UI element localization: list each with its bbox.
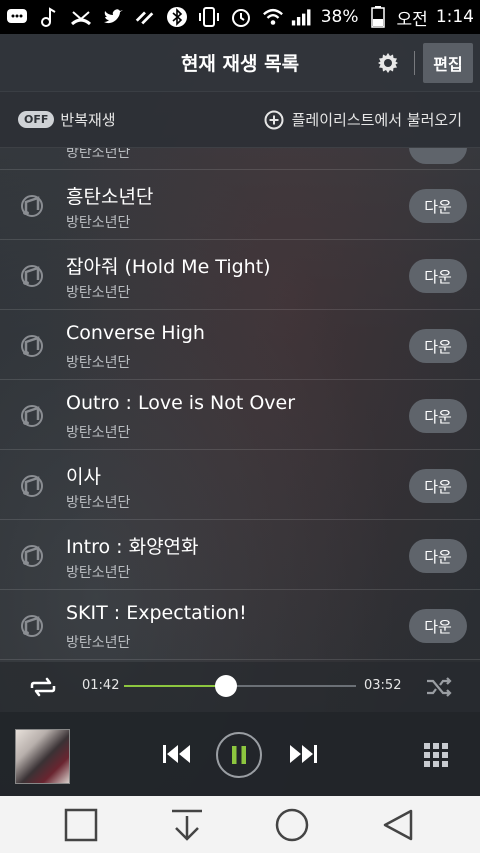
album-art[interactable] <box>15 729 70 784</box>
twitter-icon <box>102 7 124 27</box>
music-note-icon <box>21 335 43 357</box>
seek-thumb[interactable] <box>215 675 238 697</box>
download-button[interactable]: 다운 <box>409 259 467 293</box>
total-time: 03:52 <box>364 678 402 693</box>
track-artist: 방탄소년단 <box>66 148 131 161</box>
track-title: 잡아줘 (Hold Me Tight) <box>66 256 271 278</box>
chat-icon <box>6 7 28 27</box>
header-divider <box>414 51 415 75</box>
music-note-icon <box>21 265 43 287</box>
pause-icon <box>232 746 246 764</box>
music-note-status-icon <box>38 7 60 27</box>
download-button[interactable]: 다운 <box>409 539 467 573</box>
notification-pull-icon[interactable] <box>170 808 204 842</box>
track-title: SKIT : Expectation! <box>66 602 247 624</box>
track-artist: 방탄소년단 <box>66 565 131 581</box>
settings-button[interactable] <box>374 49 402 77</box>
load-playlist-button[interactable]: 플레이리스트에서 불러오기 <box>264 109 462 130</box>
vibrate-icon <box>198 7 220 27</box>
mini-player <box>0 712 480 796</box>
list-item[interactable]: Outro : Love is Not Over 방탄소년단 다운 <box>0 380 480 450</box>
track-title: 흥탄소년단 <box>66 186 154 208</box>
shuffle-icon[interactable] <box>424 674 454 700</box>
download-button[interactable]: 다운 <box>409 329 467 363</box>
list-item[interactable]: 흥탄소년단 방탄소년단 다운 <box>0 170 480 240</box>
seek-bar-fill <box>124 685 227 687</box>
list-item[interactable]: 이사 방탄소년단 다운 <box>0 450 480 520</box>
skip-previous-icon[interactable] <box>160 740 194 768</box>
download-button[interactable]: 다운 <box>409 609 467 643</box>
track-title: 이사 <box>66 466 101 488</box>
list-item[interactable]: Converse High 방탄소년단 다운 <box>0 310 480 380</box>
status-ampm: 오전 <box>396 9 428 30</box>
repeat-toggle[interactable]: OFF <box>18 111 55 128</box>
android-navigation-bar <box>0 796 480 853</box>
header-bar: 현재 재생 목록 편집 <box>0 34 480 92</box>
wifi-icon <box>262 7 284 27</box>
status-time: 1:14 <box>435 7 474 27</box>
music-note-icon <box>21 545 43 567</box>
playlist: 방탄소년단 흥탄소년단 방탄소년단 다운 잡아줘 (Hold Me Tight)… <box>0 148 480 662</box>
link-icon <box>134 7 156 27</box>
signal-icon <box>291 7 313 27</box>
list-item[interactable]: SKIT : Expectation! 방탄소년단 다운 <box>0 590 480 660</box>
alarm-icon <box>230 7 252 27</box>
track-artist: 방탄소년단 <box>66 635 131 651</box>
playlist-options-bar: OFF 반복재생 플레이리스트에서 불러오기 <box>0 92 480 148</box>
music-note-icon <box>21 405 43 427</box>
track-artist: 방탄소년단 <box>66 215 131 231</box>
grid-icon[interactable] <box>423 742 449 768</box>
list-item[interactable]: Intro : 화양연화 방탄소년단 다운 <box>0 520 480 590</box>
skip-next-icon[interactable] <box>286 740 320 768</box>
repeat-label[interactable]: 반복재생 <box>60 109 115 130</box>
download-button[interactable]: 다운 <box>409 189 467 223</box>
bluetooth-icon <box>166 7 188 27</box>
pause-button[interactable] <box>216 732 262 778</box>
missed-call-icon <box>70 7 92 27</box>
download-button[interactable]: 다운 <box>409 399 467 433</box>
back-icon[interactable] <box>381 808 415 842</box>
list-item-partial[interactable]: 방탄소년단 <box>0 148 480 170</box>
repeat-icon[interactable] <box>28 674 58 700</box>
track-title: Intro : 화양연화 <box>66 536 199 558</box>
download-button[interactable]: 다운 <box>409 469 467 503</box>
track-title: Converse High <box>66 322 205 344</box>
track-artist: 방탄소년단 <box>66 285 131 301</box>
battery-percent: 38% <box>320 7 359 27</box>
music-note-icon <box>21 615 43 637</box>
status-bar: 38% 오전 1:14 <box>0 0 480 34</box>
edit-button[interactable]: 편집 <box>423 43 473 83</box>
load-playlist-label: 플레이리스트에서 불러오기 <box>291 111 462 129</box>
track-artist: 방탄소년단 <box>66 425 131 441</box>
download-button-partial[interactable] <box>409 148 467 164</box>
playback-progress-bar: 01:42 03:52 <box>0 662 480 712</box>
plus-circle-icon <box>264 110 284 129</box>
page-title: 현재 재생 목록 <box>180 53 300 75</box>
current-time: 01:42 <box>82 678 120 693</box>
track-title: Outro : Love is Not Over <box>66 392 296 414</box>
track-artist: 방탄소년단 <box>66 495 131 511</box>
home-icon[interactable] <box>275 808 309 842</box>
list-item[interactable]: 잡아줘 (Hold Me Tight) 방탄소년단 다운 <box>0 240 480 310</box>
gear-icon <box>378 53 398 73</box>
recent-apps-icon[interactable] <box>64 808 98 842</box>
music-note-icon <box>21 475 43 497</box>
seek-bar[interactable] <box>124 675 356 697</box>
music-note-icon <box>21 195 43 217</box>
battery-icon <box>367 6 389 28</box>
track-artist: 방탄소년단 <box>66 355 131 371</box>
